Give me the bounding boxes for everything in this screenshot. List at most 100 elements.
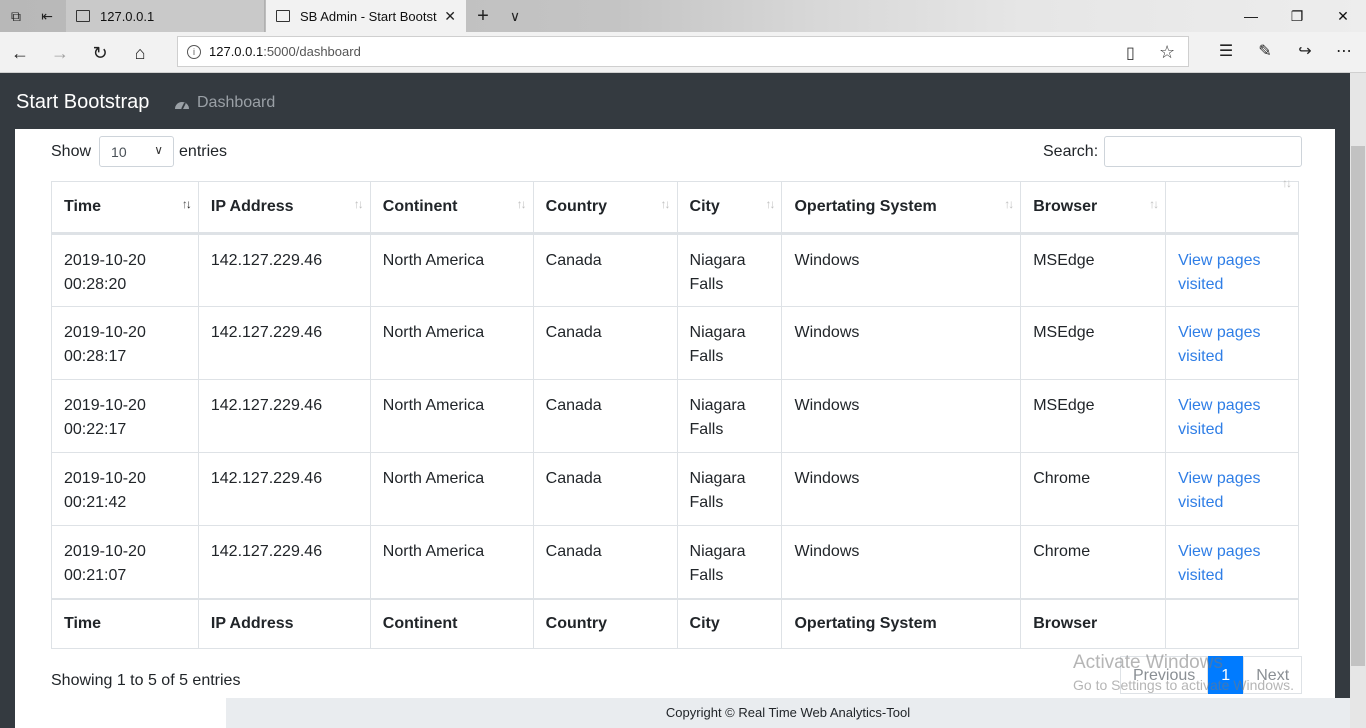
cell-action: View pages visited xyxy=(1165,525,1299,599)
cell-browser: MSEdge xyxy=(1020,233,1167,307)
scrollbar-thumb[interactable] xyxy=(1351,146,1365,666)
watermark-subtitle: Go to Settings to activate Windows. xyxy=(1073,677,1294,693)
cell-time: 2019-10-20 00:28:17 xyxy=(51,306,199,380)
sort-desc-icon: ↑↓ xyxy=(181,197,192,211)
view-pages-link[interactable]: View pages visited xyxy=(1178,543,1260,584)
cell-os: Windows xyxy=(781,306,1022,380)
cell-country: Canada xyxy=(532,306,678,380)
column-header-country[interactable]: Country ↑↓ xyxy=(532,181,678,235)
pen-icon[interactable]: ✎ xyxy=(1252,40,1278,64)
sort-icon: ↑↓ xyxy=(660,197,671,211)
cell-os: Windows xyxy=(781,379,1022,453)
column-header-continent[interactable]: Continent ↑↓ xyxy=(369,181,534,235)
column-header-os[interactable]: Opertating System ↑↓ xyxy=(781,181,1022,235)
cell-browser: MSEdge xyxy=(1020,379,1167,453)
cell-continent: North America xyxy=(369,452,534,526)
cell-city: Niagara Falls xyxy=(676,233,783,307)
cell-city: Niagara Falls xyxy=(676,306,783,380)
cell-ip: 142.127.229.46 xyxy=(197,306,371,380)
table-header-row: Time ↑↓ IP Address ↑↓ Continent ↑↓ Country ↑… xyxy=(51,176,1299,235)
address-input[interactable]: i 127.0.0.1:5000/dashboard ▯ ☆ xyxy=(177,36,1189,67)
brand-link[interactable]: Start Bootstrap xyxy=(16,91,149,114)
sort-icon: ↑↓ xyxy=(1149,197,1159,211)
column-header-city[interactable]: City ↑↓ xyxy=(676,181,783,235)
cell-browser: Chrome xyxy=(1020,525,1167,599)
view-pages-link[interactable]: View pages visited xyxy=(1178,324,1260,365)
cell-ip: 142.127.229.46 xyxy=(197,379,371,453)
new-tab-icon[interactable]: + xyxy=(473,6,493,26)
table-search: Search: xyxy=(1043,136,1303,167)
app-navbar: Start Bootstrap Dashboard xyxy=(0,73,1366,129)
favorites-icon[interactable]: ☰ xyxy=(1213,40,1239,64)
cell-city: Niagara Falls xyxy=(676,379,783,453)
search-input[interactable] xyxy=(1104,136,1303,167)
tab-actions-icon[interactable]: ⧉ xyxy=(6,6,26,26)
share-icon[interactable]: ↪ xyxy=(1292,40,1318,64)
table-row: 2019-10-20 00:28:17 142.127.229.46 North … xyxy=(51,306,1299,380)
home-icon[interactable]: ⌂ xyxy=(128,41,152,65)
visits-table: Time ↑↓ IP Address ↑↓ Continent ↑↓ Country ↑… xyxy=(51,176,1299,649)
close-tab-icon[interactable]: ✕ xyxy=(444,8,456,25)
table-row: 2019-10-20 00:21:07 142.127.229.46 North … xyxy=(51,525,1299,599)
cell-country: Canada xyxy=(532,379,678,453)
minimize-icon[interactable]: — xyxy=(1228,0,1274,32)
show-label: Show xyxy=(51,142,92,160)
close-window-icon[interactable]: ✕ xyxy=(1320,0,1366,32)
cell-browser: Chrome xyxy=(1020,452,1167,526)
page-icon xyxy=(276,10,290,22)
table-row: 2019-10-20 00:21:42 142.127.229.46 North … xyxy=(51,452,1299,526)
refresh-icon[interactable]: ↻ xyxy=(88,41,112,65)
watermark-title: Activate Windows xyxy=(1073,652,1223,673)
info-icon[interactable]: i xyxy=(187,44,201,59)
chevron-down-icon[interactable]: ∨ xyxy=(505,6,525,26)
cell-continent: North America xyxy=(369,379,534,453)
favorite-star-icon[interactable]: ☆ xyxy=(1159,42,1175,63)
set-aside-tabs-icon[interactable]: ⇤ xyxy=(37,6,57,26)
view-pages-link[interactable]: View pages visited xyxy=(1178,252,1260,293)
tachometer-icon xyxy=(175,101,189,109)
footer-header-browser: Browser xyxy=(1020,597,1167,649)
chevron-down-icon: ∨ xyxy=(154,143,164,157)
forward-icon[interactable]: → xyxy=(48,41,72,65)
cell-country: Canada xyxy=(532,233,678,307)
nav-dashboard-label: Dashboard xyxy=(197,94,276,111)
tab-title: SB Admin - Start Bootst xyxy=(300,8,437,24)
cell-action: View pages visited xyxy=(1165,379,1299,453)
column-header-time[interactable]: Time ↑↓ xyxy=(51,181,199,235)
cell-ip: 142.127.229.46 xyxy=(197,233,371,307)
back-icon[interactable]: ← xyxy=(8,41,32,65)
cell-action: View pages visited xyxy=(1165,306,1299,380)
page-footer: Copyright © Real Time Web Analytics-Tool xyxy=(226,698,1350,728)
browser-tab-active[interactable]: SB Admin - Start Bootst ✕ xyxy=(266,0,466,32)
cell-time: 2019-10-20 00:28:20 xyxy=(51,233,199,307)
footer-header-time: Time xyxy=(51,597,199,649)
table-info: Showing 1 to 5 of 5 entries xyxy=(51,672,241,689)
sort-icon: ↑↓ xyxy=(516,197,527,211)
cell-continent: North America xyxy=(369,233,534,307)
browser-tab[interactable]: 127.0.0.1 xyxy=(66,0,265,32)
nav-item-dashboard[interactable]: Dashboard xyxy=(174,94,275,112)
cell-continent: North America xyxy=(369,525,534,599)
restore-icon[interactable]: ❐ xyxy=(1274,0,1320,32)
column-header-ip[interactable]: IP Address ↑↓ xyxy=(197,181,371,235)
page-length-select[interactable]: 10 ∨ xyxy=(99,136,175,167)
reading-view-icon[interactable]: ▯ xyxy=(1126,43,1135,63)
cell-ip: 142.127.229.46 xyxy=(197,452,371,526)
cell-os: Windows xyxy=(781,525,1022,599)
cell-action: View pages visited xyxy=(1165,452,1299,526)
url-host: 127.0.0.1 xyxy=(209,44,264,59)
column-header-action[interactable]: ↑↓ xyxy=(1165,176,1299,235)
cell-city: Niagara Falls xyxy=(676,525,783,599)
copyright-text: Copyright © Real Time Web Analytics-Tool xyxy=(665,705,911,720)
view-pages-link[interactable]: View pages visited xyxy=(1178,470,1260,511)
sort-icon: ↑↓ xyxy=(765,197,775,211)
view-pages-link[interactable]: View pages visited xyxy=(1178,397,1260,438)
more-icon[interactable]: ⋯ xyxy=(1331,40,1357,64)
column-header-browser[interactable]: Browser ↑↓ xyxy=(1020,181,1167,235)
cell-ip: 142.127.229.46 xyxy=(197,525,371,599)
url-path: :5000/dashboard xyxy=(263,44,361,59)
sort-icon: ↑↓ xyxy=(1004,197,1014,211)
cell-time: 2019-10-20 00:21:07 xyxy=(51,525,199,599)
cell-country: Canada xyxy=(532,525,678,599)
footer-header-continent: Continent xyxy=(369,597,534,649)
